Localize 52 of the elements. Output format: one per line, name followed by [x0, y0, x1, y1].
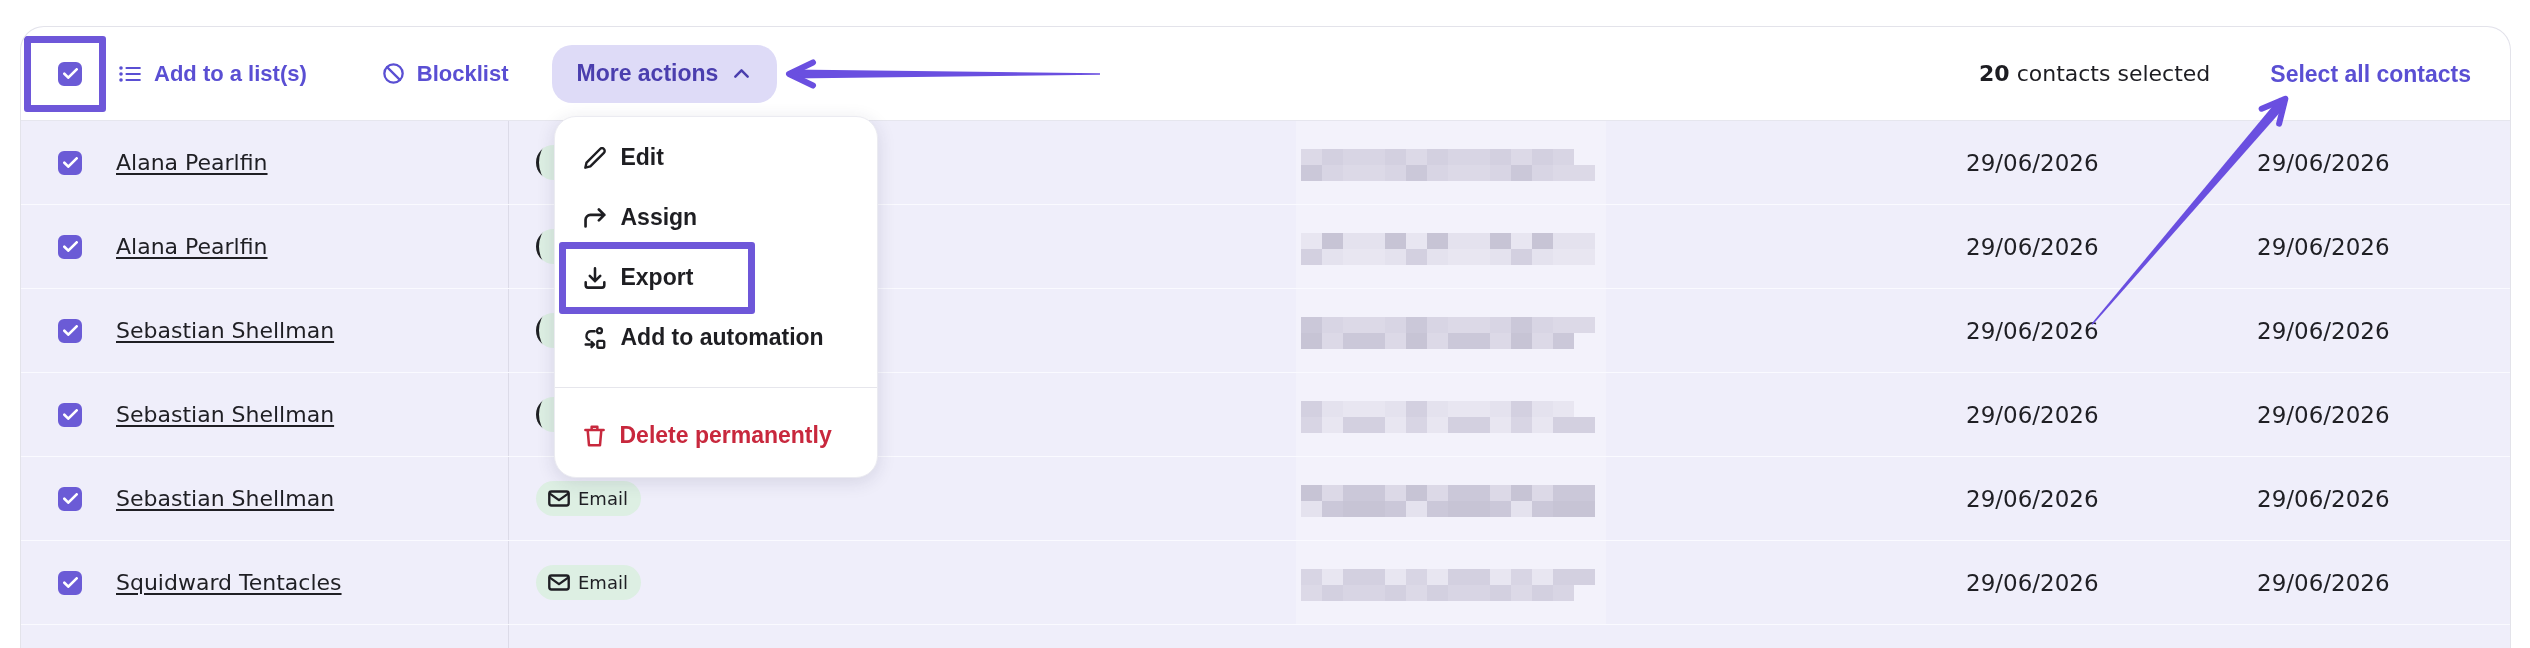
ban-icon — [382, 63, 404, 84]
date-text: 29/06/2026 — [1966, 485, 2099, 512]
date-text: 29/06/2026 — [1966, 233, 2099, 260]
contact-name-link[interactable]: Alana Pearlfin — [116, 234, 268, 259]
date-text: 29/06/2026 — [1966, 317, 2099, 344]
check-icon — [62, 68, 78, 79]
curved-arrow-icon — [584, 207, 607, 228]
contact-name-link[interactable]: Squidward Tentacles — [116, 570, 342, 595]
date-text: 29/06/2026 — [2257, 569, 2390, 596]
pencil-icon — [584, 146, 607, 169]
check-icon — [62, 577, 78, 588]
contact-name-link[interactable]: Sebastian Shellman — [116, 402, 335, 427]
check-icon — [62, 409, 78, 420]
mail-icon — [548, 574, 570, 591]
checkbox[interactable] — [58, 570, 82, 595]
date-text: 29/06/2026 — [2257, 317, 2390, 344]
check-icon — [62, 493, 78, 504]
menu-item[interactable]: Add to automation — [555, 315, 878, 360]
checkbox[interactable] — [58, 150, 82, 175]
channel-badge: Email — [536, 481, 641, 516]
contact-name-link[interactable]: Sebastian Shellman — [116, 318, 335, 343]
date-text: 29/06/2026 — [2257, 401, 2390, 428]
checkbox[interactable] — [58, 486, 82, 511]
menu-item[interactable]: Assign — [555, 195, 878, 240]
date-text: 29/06/2026 — [2257, 149, 2390, 176]
download-icon — [584, 266, 607, 289]
more-actions-button[interactable]: More actions — [552, 44, 778, 103]
toolbar-button[interactable]: Blocklist — [382, 60, 509, 87]
menu-item[interactable]: Edit — [555, 135, 878, 180]
chevron-up-icon — [734, 69, 750, 78]
check-icon — [62, 241, 78, 252]
checkbox[interactable] — [58, 318, 82, 343]
menu-item[interactable]: Delete permanently — [555, 413, 878, 458]
date-text: 29/06/2026 — [2257, 485, 2390, 512]
check-icon — [62, 157, 78, 168]
checkbox[interactable] — [58, 61, 82, 86]
date-text: 29/06/2026 — [2257, 233, 2390, 260]
date-text: 29/06/2026 — [1966, 569, 2099, 596]
mail-icon — [548, 490, 570, 507]
checkbox[interactable] — [58, 234, 82, 259]
toolbar-button[interactable]: Add to a list(s) — [119, 60, 307, 87]
check-icon — [62, 325, 78, 336]
workflow-icon — [584, 326, 607, 349]
contact-name-link[interactable]: Sebastian Shellman — [116, 486, 335, 511]
contact-name-link[interactable]: Alana Pearlfin — [116, 150, 268, 175]
date-text: 29/06/2026 — [1966, 149, 2099, 176]
select-all-link[interactable]: Select all contacts — [2270, 58, 2471, 89]
date-text: 29/06/2026 — [1966, 401, 2099, 428]
channel-badge: Email — [536, 565, 641, 600]
selection-count: 20 contacts selected — [1979, 61, 2211, 86]
checkbox[interactable] — [58, 402, 82, 427]
list-icon — [119, 64, 141, 83]
